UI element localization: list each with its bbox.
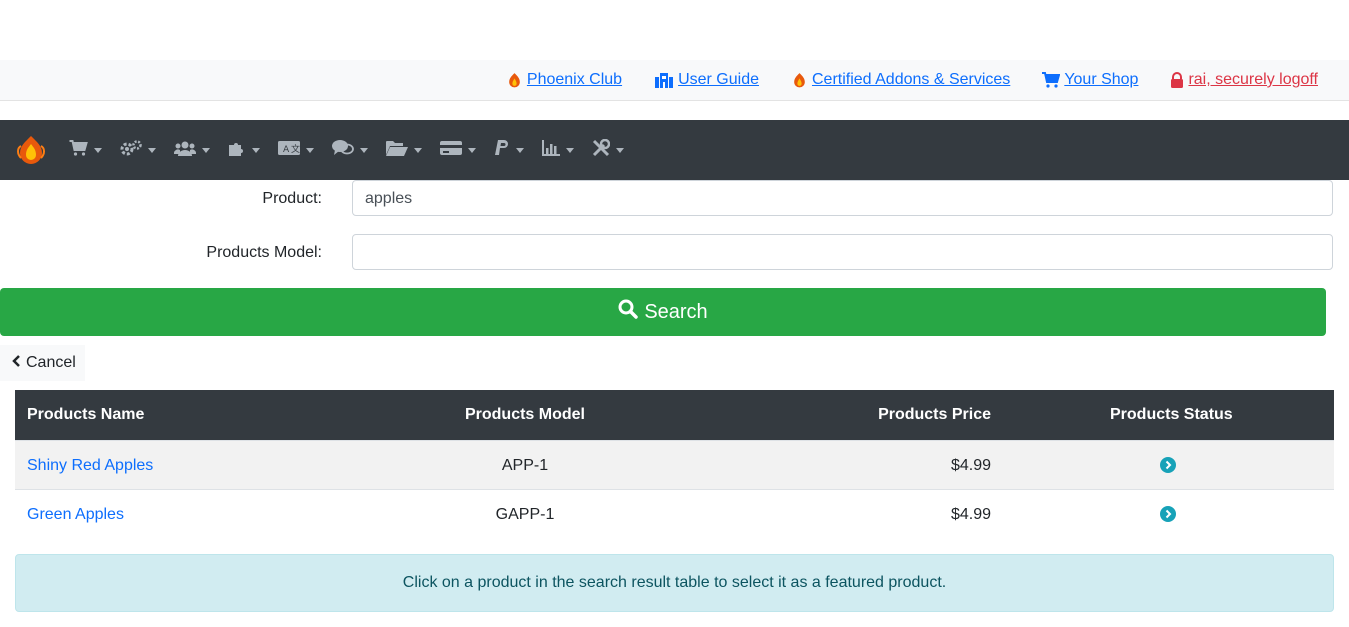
info-alert-text: Click on a product in the search result … <box>402 574 947 591</box>
logoff-label: rai, securely logoff <box>1188 71 1318 88</box>
phoenix-icon <box>791 72 808 89</box>
product-name-link[interactable]: Green Apples <box>27 490 124 539</box>
cart-icon <box>69 139 88 161</box>
chevron-down-icon <box>94 147 102 153</box>
top-links: Phoenix Club User Guide Certified Addons… <box>506 60 1318 100</box>
credit-card-icon <box>440 140 462 161</box>
nav-menu-communication[interactable] <box>332 139 368 161</box>
product-model: GAPP-1 <box>495 506 555 523</box>
chevron-down-icon <box>306 147 314 153</box>
chevron-down-icon <box>414 147 422 153</box>
chevron-down-icon <box>616 147 624 153</box>
header-products-model: Products Model <box>464 406 585 423</box>
nav-menu-tools[interactable] <box>592 138 624 162</box>
results-table: Products Name Products Model Products Pr… <box>15 390 1334 540</box>
logoff-link[interactable]: rai, securely logoff <box>1170 71 1318 89</box>
svg-text:A: A <box>283 145 290 155</box>
header-products-status: Products Status <box>1110 406 1233 423</box>
cancel-button[interactable]: Cancel <box>0 345 85 381</box>
nav-menu-configuration[interactable] <box>120 139 156 161</box>
search-label: Search <box>644 300 708 323</box>
building-icon <box>654 72 674 88</box>
nav-menu-reports[interactable] <box>542 139 574 161</box>
nav-menu-localization[interactable]: A文 <box>278 140 314 160</box>
product-input[interactable]: apples <box>352 180 1333 216</box>
nav-menu-catalog[interactable] <box>69 139 102 161</box>
products-model-input[interactable] <box>352 234 1333 270</box>
chevron-down-icon <box>360 147 368 153</box>
products-model-row: Products Model: <box>0 234 1349 272</box>
comments-icon <box>332 139 354 161</box>
table-row[interactable]: Green Apples GAPP-1 $4.99 <box>15 489 1334 539</box>
header-products-price: Products Price <box>878 406 991 423</box>
lock-icon <box>1170 72 1184 88</box>
chevron-down-icon <box>252 147 260 153</box>
chevron-down-icon <box>202 147 210 153</box>
cogs-icon <box>120 139 142 161</box>
nav-menu-paypal[interactable] <box>494 139 524 161</box>
nav-menu-customers[interactable] <box>173 140 210 161</box>
paypal-icon <box>494 139 510 161</box>
status-arrow-icon[interactable] <box>1160 506 1176 522</box>
puzzle-icon <box>228 139 246 162</box>
language-icon: A文 <box>278 140 300 160</box>
phoenix-club-link[interactable]: Phoenix Club <box>506 71 622 89</box>
product-row: Product: apples <box>0 180 1349 218</box>
chevron-down-icon <box>566 147 574 153</box>
your-shop-link[interactable]: Your Shop <box>1042 71 1138 89</box>
phoenix-logo[interactable] <box>15 134 47 166</box>
nav-menu-modules[interactable] <box>228 139 260 162</box>
cart-icon <box>1042 72 1061 88</box>
search-button[interactable]: Search <box>0 288 1326 336</box>
info-alert: Click on a product in the search result … <box>15 554 1334 612</box>
user-guide-label: User Guide <box>678 71 759 88</box>
user-guide-link[interactable]: User Guide <box>654 71 759 89</box>
svg-text:文: 文 <box>291 143 300 155</box>
chart-icon <box>542 139 560 161</box>
products-model-label: Products Model: <box>206 244 322 261</box>
certified-addons-link[interactable]: Certified Addons & Services <box>791 71 1010 89</box>
chevron-left-icon <box>12 354 20 372</box>
chevron-down-icon <box>148 147 156 153</box>
table-row[interactable]: Shiny Red Apples APP-1 $4.99 <box>15 440 1334 490</box>
product-name-link[interactable]: Shiny Red Apples <box>27 441 153 490</box>
header-products-name: Products Name <box>27 406 145 423</box>
table-header: Products Name Products Model Products Pr… <box>15 390 1334 440</box>
status-arrow-icon[interactable] <box>1160 457 1176 473</box>
product-label: Product: <box>262 190 322 207</box>
phoenix-icon <box>506 72 523 89</box>
nav-menu-files[interactable] <box>386 140 422 161</box>
product-model: APP-1 <box>501 457 549 474</box>
your-shop-label: Your Shop <box>1064 71 1139 88</box>
phoenix-club-label: Phoenix Club <box>526 71 623 88</box>
admin-navbar: A文 <box>0 120 1349 180</box>
top-link-bar: Phoenix Club User Guide Certified Addons… <box>0 60 1349 101</box>
product-price: $4.99 <box>950 506 991 523</box>
users-icon <box>173 140 197 161</box>
folder-icon <box>386 140 408 161</box>
cancel-label: Cancel <box>26 354 76 371</box>
chevron-down-icon <box>516 147 524 153</box>
search-icon <box>618 299 639 325</box>
tools-icon <box>592 138 611 162</box>
product-price: $4.99 <box>950 457 991 474</box>
chevron-down-icon <box>468 147 476 153</box>
certified-addons-label: Certified Addons & Services <box>811 71 1011 88</box>
nav-menu-payment[interactable] <box>440 140 476 161</box>
